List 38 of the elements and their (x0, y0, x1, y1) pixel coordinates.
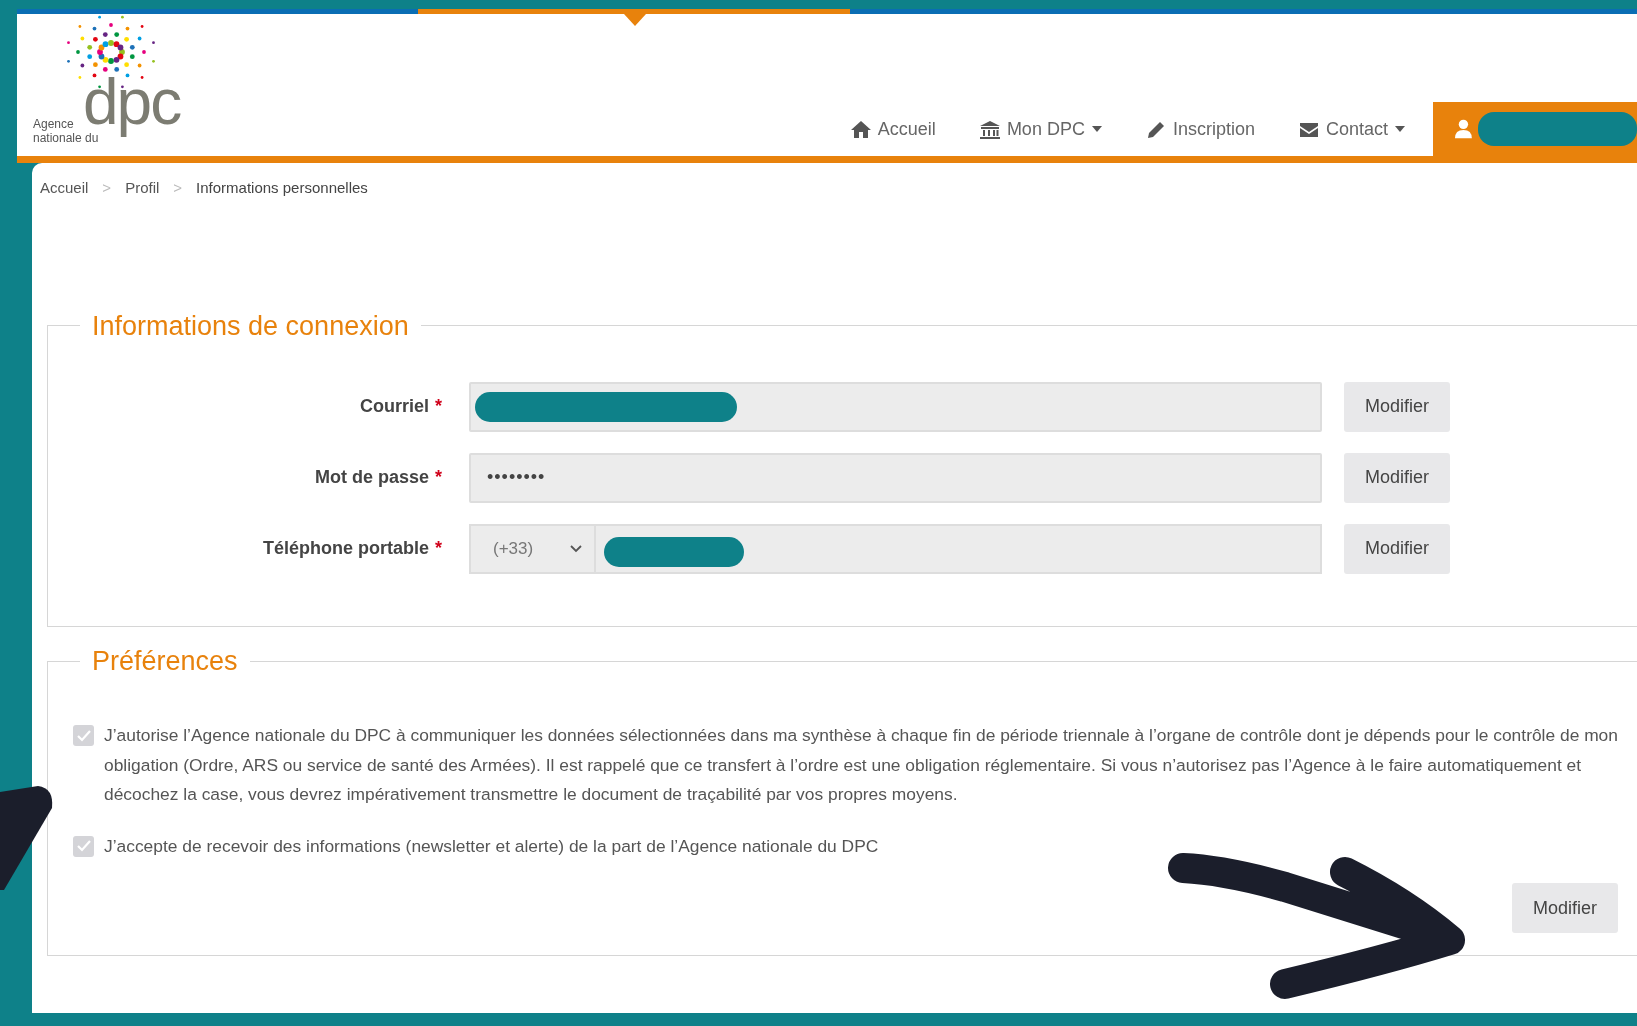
modify-button[interactable]: Modifier (1344, 452, 1450, 503)
section-title: Informations de connexion (91, 309, 410, 342)
nav-link[interactable]: Contact (1276, 115, 1427, 143)
home-icon (850, 119, 871, 139)
field-label: Courriel (359, 396, 429, 417)
input-field[interactable] (596, 523, 1322, 574)
modify-button[interactable]: Modifier (1344, 523, 1450, 574)
input-field[interactable] (469, 381, 1322, 432)
modify-button[interactable]: Modifier (1344, 381, 1450, 432)
breadcrumb-separator: > (173, 178, 183, 198)
field-label: Téléphone portable (262, 538, 429, 559)
breadcrumb-separator: > (102, 178, 112, 198)
checkbox-label: J’autorise l’Agence nationale du DPC à communiquer les données sélectionnées dans ma synthèse à chaque fin de période triennale à l’organe de contrôle dont je dépends pour le contrôle de mon obligation (Ordre, ARS ou service de santé des Armées). Il est rappelé que ce transfert à l’ordre est une obligation réglementaire. Si vous n’autorisez pas l’Agence à le faire automatiquement et décochez la case, vous devrez impérativement transmettre le document de traçabilité par vos propres moyens. (104, 724, 1619, 807)
required-mark: * (435, 396, 442, 417)
required-mark: * (435, 538, 442, 559)
modify-button[interactable]: Modifier (1512, 883, 1618, 934)
user-menu[interactable] (1433, 102, 1637, 156)
field-label: Mot de passe (314, 467, 429, 488)
caret-icon (1091, 126, 1102, 132)
prefix-select[interactable]: (+33) (469, 523, 596, 574)
breadcrumb-link[interactable]: Accueil (40, 177, 89, 200)
nav-link[interactable]: Mon DPC (957, 115, 1124, 143)
caret-icon (1395, 126, 1405, 132)
nav-link[interactable]: Inscription (1123, 115, 1277, 143)
pencil-icon (1145, 119, 1166, 139)
required-mark: * (435, 467, 442, 488)
check-icon (76, 840, 91, 853)
input-field[interactable]: •••••••• (469, 452, 1322, 503)
check-icon (76, 729, 91, 742)
section-title: Préférences (91, 644, 239, 678)
nav-link[interactable]: Accueil (828, 115, 958, 143)
checkbox-label: J’accepte de recevoir des informations (newsletter et alerte) de la part de l’Agence nationale du DPC (104, 834, 879, 858)
breadcrumb-current: Informations personnelles (196, 178, 368, 198)
user-icon (1455, 119, 1472, 139)
chevron-icon (570, 544, 582, 553)
bank-icon (979, 119, 1000, 139)
logo-text: Agence (33, 118, 74, 130)
breadcrumb-link[interactable]: Profil (125, 177, 160, 200)
